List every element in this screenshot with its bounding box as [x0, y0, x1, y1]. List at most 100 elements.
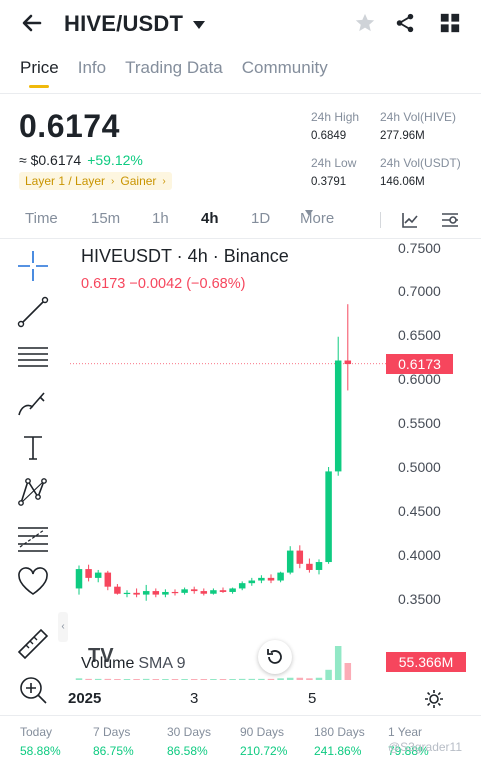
stat-value: 146.06M — [380, 176, 425, 188]
pair-selector[interactable]: HIVE/USDT — [64, 11, 206, 37]
trend-line-icon[interactable] — [16, 295, 50, 329]
volume-bar — [114, 679, 121, 680]
collapse-toolbar-button[interactable]: ‹ — [58, 612, 68, 642]
indicators-icon[interactable] — [401, 211, 419, 229]
volume-bar — [190, 679, 198, 680]
caret-down-icon — [305, 210, 313, 216]
candle-body — [190, 589, 198, 592]
candle-body — [277, 572, 284, 581]
candle-body — [181, 589, 188, 593]
interval-4h[interactable]: 4h — [201, 210, 219, 227]
candle-body — [152, 591, 160, 595]
grid-icon[interactable] — [439, 12, 461, 34]
volume-bar — [94, 678, 102, 680]
volume-bar — [315, 677, 323, 680]
heart-icon[interactable] — [16, 565, 50, 599]
candle-body — [162, 591, 169, 595]
crosshair-icon[interactable] — [16, 249, 50, 283]
last-price: 0.6174 — [19, 108, 120, 144]
tab-community[interactable]: Community — [242, 58, 328, 78]
y-tick-label: 0.7500 — [398, 240, 441, 256]
reset-chart-button[interactable] — [258, 640, 292, 674]
zoom-in-icon[interactable] — [16, 673, 50, 707]
volume-bar — [267, 678, 275, 680]
candle-body — [315, 562, 323, 570]
stat-24h-high: 24h High 0.6849 — [311, 110, 359, 142]
y-tick-label: 0.5000 — [398, 459, 441, 475]
tag-gainer[interactable]: Gainer — [120, 174, 156, 188]
volume-bar — [286, 677, 294, 680]
volume-bar — [75, 678, 83, 680]
perf-label: 180 Days — [314, 725, 365, 739]
interval-time[interactable]: Time — [25, 210, 58, 227]
divider — [0, 715, 481, 716]
candle-body — [104, 572, 112, 587]
share-icon[interactable] — [394, 12, 416, 34]
candle-body — [229, 588, 236, 592]
x-tick-label: 3 — [190, 690, 199, 707]
y-tick-label: 0.3500 — [398, 591, 441, 607]
candle-body — [344, 360, 352, 365]
volume-bar — [171, 679, 179, 680]
perf-today: Today 58.88% — [20, 725, 61, 758]
volume-bar — [229, 679, 236, 680]
perf-value: 210.72% — [240, 744, 288, 758]
tag-separator-icon: › — [111, 175, 115, 187]
brush-icon[interactable] — [16, 387, 50, 421]
volume-bar — [277, 678, 284, 680]
volume-bar — [238, 678, 246, 680]
volume-bar — [152, 679, 160, 680]
volume-bar — [325, 669, 332, 680]
main-tabs: Price Info Trading Data Community — [20, 58, 328, 88]
stat-24h-vol-base: 24h Vol(HIVE) 277.96M — [380, 110, 456, 142]
candle-body — [267, 577, 275, 581]
x-tick-label: 5 — [308, 690, 317, 707]
candle-body — [114, 586, 121, 594]
chart-title: HIVEUSDT · 4h · Binance — [81, 246, 289, 266]
y-tick-label: 0.4000 — [398, 547, 441, 563]
volume-bar — [210, 679, 217, 680]
stat-label: 24h Low — [311, 156, 357, 170]
perf-value: 58.88% — [20, 744, 61, 758]
candle-body — [133, 592, 140, 595]
stat-value: 277.96M — [380, 130, 425, 142]
header-bar: HIVE/USDT — [0, 0, 481, 48]
tab-trading-data[interactable]: Trading Data — [125, 58, 223, 78]
sma-label: SMA 9 — [138, 655, 186, 672]
pattern-icon[interactable] — [16, 475, 50, 509]
candle-body — [334, 360, 342, 472]
interval-15m[interactable]: 15m — [91, 210, 120, 227]
candle-body — [123, 592, 131, 595]
change-percent: +59.12% — [87, 152, 143, 168]
gear-icon[interactable] — [424, 689, 444, 709]
perf-90d: 90 Days 210.72% — [240, 725, 287, 758]
interval-1h[interactable]: 1h — [152, 210, 169, 227]
volume-bar — [296, 677, 304, 680]
stat-label: 24h Vol(USDT) — [380, 156, 461, 170]
volume-bar — [306, 678, 313, 680]
tab-price[interactable]: Price — [20, 58, 59, 88]
perf-7d: 7 Days 86.75% — [93, 725, 134, 758]
chart-settings-icon[interactable] — [440, 211, 460, 229]
text-icon[interactable] — [16, 431, 50, 465]
interval-1d[interactable]: 1D — [251, 210, 270, 227]
perf-label: Today — [20, 725, 53, 739]
volume-legend: Volume SMA 9 — [81, 655, 186, 673]
horizontal-lines-icon[interactable] — [16, 341, 50, 375]
category-tags[interactable]: Layer 1 / Layer › Gainer › — [19, 172, 172, 190]
candle-body — [171, 591, 179, 594]
tab-info[interactable]: Info — [78, 58, 106, 78]
y-tick-label: 0.7000 — [398, 283, 441, 299]
chevron-down-icon — [193, 21, 206, 29]
tag-layer[interactable]: Layer 1 / Layer — [25, 174, 105, 188]
y-tick-label: 0.4500 — [398, 503, 441, 519]
chevron-right-icon: › — [162, 175, 166, 187]
perf-value: 241.86% — [314, 744, 362, 758]
star-icon[interactable] — [354, 12, 376, 34]
volume-bar — [85, 678, 92, 680]
back-arrow-icon[interactable] — [20, 11, 44, 35]
volume-bar — [248, 678, 256, 680]
ruler-icon[interactable] — [16, 627, 50, 661]
fib-icon[interactable] — [16, 521, 50, 555]
volume-bar — [258, 678, 265, 680]
